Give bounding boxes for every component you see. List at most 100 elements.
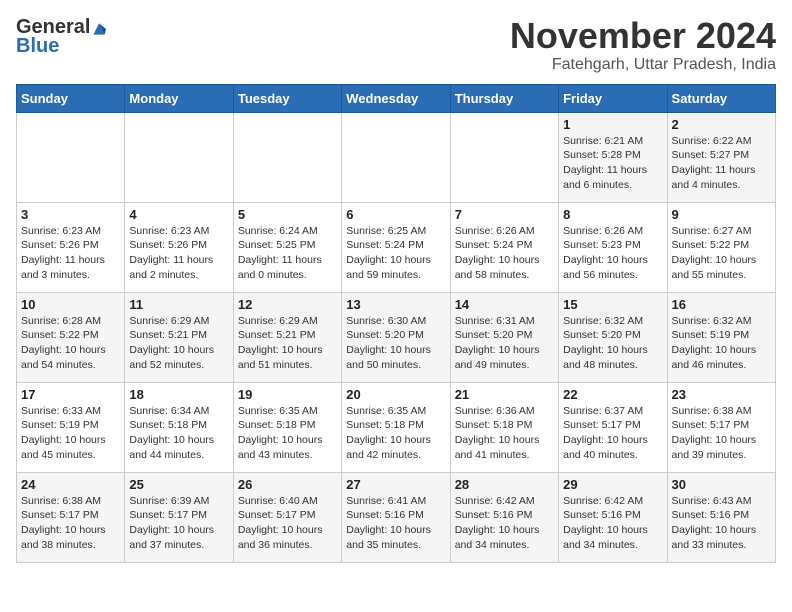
day-info: Sunrise: 6:23 AM Sunset: 5:26 PM Dayligh… (129, 224, 228, 283)
day-cell-19: 19 Sunrise: 6:35 AM Sunset: 5:18 PM Dayli… (233, 382, 341, 472)
day-number: 2 (672, 117, 771, 132)
day-info: Sunrise: 6:38 AM Sunset: 5:17 PM Dayligh… (21, 494, 120, 553)
day-number: 5 (238, 207, 337, 222)
day-info: Sunrise: 6:38 AM Sunset: 5:17 PM Dayligh… (672, 404, 771, 463)
day-cell-18: 18Sunrise: 6:34 AM Sunset: 5:18 PM Dayli… (125, 382, 233, 472)
day-cell-3: 3 Sunrise: 6:23 AM Sunset: 5:26 PM Daylig… (17, 202, 125, 292)
weekday-header-thursday: Thursday (450, 84, 558, 112)
day-info: Sunrise: 6:32 AM Sunset: 5:20 PM Dayligh… (563, 314, 662, 373)
day-number: 29 (563, 477, 662, 492)
day-cell-6: 6 Sunrise: 6:25 AM Sunset: 5:24 PM Daylig… (342, 202, 450, 292)
day-info: Sunrise: 6:43 AM Sunset: 5:16 PM Dayligh… (672, 494, 771, 553)
day-number: 14 (455, 297, 554, 312)
day-number: 22 (563, 387, 662, 402)
week-row-3: 10 Sunrise: 6:28 AM Sunset: 5:22 PM Dayli… (17, 292, 776, 382)
day-info: Sunrise: 6:26 AM Sunset: 5:24 PM Dayligh… (455, 224, 554, 283)
day-info: Sunrise: 6:21 AM Sunset: 5:28 PM Dayligh… (563, 134, 662, 193)
week-row-5: 24 Sunrise: 6:38 AM Sunset: 5:17 PM Dayli… (17, 472, 776, 562)
day-number: 19 (238, 387, 337, 402)
day-cell-9: 9Sunrise: 6:27 AM Sunset: 5:22 PM Daylig… (667, 202, 775, 292)
day-cell-11: 11Sunrise: 6:29 AM Sunset: 5:21 PM Dayli… (125, 292, 233, 382)
logo-blue: Blue (16, 35, 59, 58)
day-cell-26: 26Sunrise: 6:40 AM Sunset: 5:17 PM Dayli… (233, 472, 341, 562)
day-number: 21 (455, 387, 554, 402)
day-number: 15 (563, 297, 662, 312)
day-cell-2: 2Sunrise: 6:22 AM Sunset: 5:27 PM Daylig… (667, 112, 775, 202)
empty-cell (450, 112, 558, 202)
day-info: Sunrise: 6:29 AM Sunset: 5:21 PM Dayligh… (238, 314, 337, 373)
day-number: 24 (21, 477, 120, 492)
day-info: Sunrise: 6:35 AM Sunset: 5:18 PM Dayligh… (238, 404, 337, 463)
day-number: 1 (563, 117, 662, 132)
day-info: Sunrise: 6:32 AM Sunset: 5:19 PM Dayligh… (672, 314, 771, 373)
day-number: 12 (238, 297, 337, 312)
day-info: Sunrise: 6:31 AM Sunset: 5:20 PM Dayligh… (455, 314, 554, 373)
day-info: Sunrise: 6:37 AM Sunset: 5:17 PM Dayligh… (563, 404, 662, 463)
month-title: November 2024 (510, 16, 776, 56)
day-number: 8 (563, 207, 662, 222)
day-number: 30 (672, 477, 771, 492)
logo-icon (92, 22, 106, 36)
day-cell-15: 15 Sunrise: 6:32 AM Sunset: 5:20 PM Dayli… (559, 292, 667, 382)
day-cell-23: 23 Sunrise: 6:38 AM Sunset: 5:17 PM Dayli… (667, 382, 775, 472)
day-number: 23 (672, 387, 771, 402)
weekday-header-row: SundayMondayTuesdayWednesdayThursdayFrid… (17, 84, 776, 112)
week-row-2: 3 Sunrise: 6:23 AM Sunset: 5:26 PM Daylig… (17, 202, 776, 292)
day-cell-29: 29 Sunrise: 6:42 AM Sunset: 5:16 PM Dayli… (559, 472, 667, 562)
day-cell-4: 4 Sunrise: 6:23 AM Sunset: 5:26 PM Daylig… (125, 202, 233, 292)
week-row-1: 1 Sunrise: 6:21 AM Sunset: 5:28 PM Daylig… (17, 112, 776, 202)
day-cell-17: 17 Sunrise: 6:33 AM Sunset: 5:19 PM Dayli… (17, 382, 125, 472)
day-info: Sunrise: 6:27 AM Sunset: 5:22 PM Dayligh… (672, 224, 771, 283)
day-info: Sunrise: 6:29 AM Sunset: 5:21 PM Dayligh… (129, 314, 228, 373)
day-number: 17 (21, 387, 120, 402)
day-info: Sunrise: 6:41 AM Sunset: 5:16 PM Dayligh… (346, 494, 445, 553)
day-info: Sunrise: 6:33 AM Sunset: 5:19 PM Dayligh… (21, 404, 120, 463)
day-number: 10 (21, 297, 120, 312)
day-cell-20: 20 Sunrise: 6:35 AM Sunset: 5:18 PM Dayli… (342, 382, 450, 472)
day-info: Sunrise: 6:35 AM Sunset: 5:18 PM Dayligh… (346, 404, 445, 463)
day-number: 27 (346, 477, 445, 492)
weekday-header-tuesday: Tuesday (233, 84, 341, 112)
day-cell-1: 1 Sunrise: 6:21 AM Sunset: 5:28 PM Daylig… (559, 112, 667, 202)
day-cell-14: 14 Sunrise: 6:31 AM Sunset: 5:20 PM Dayli… (450, 292, 558, 382)
day-info: Sunrise: 6:30 AM Sunset: 5:20 PM Dayligh… (346, 314, 445, 373)
day-number: 16 (672, 297, 771, 312)
header: General Blue November 2024 Fatehgarh, Ut… (16, 16, 776, 74)
day-info: Sunrise: 6:23 AM Sunset: 5:26 PM Dayligh… (21, 224, 120, 283)
week-row-4: 17 Sunrise: 6:33 AM Sunset: 5:19 PM Dayli… (17, 382, 776, 472)
day-cell-25: 25 Sunrise: 6:39 AM Sunset: 5:17 PM Dayli… (125, 472, 233, 562)
day-cell-21: 21 Sunrise: 6:36 AM Sunset: 5:18 PM Dayli… (450, 382, 558, 472)
day-info: Sunrise: 6:28 AM Sunset: 5:22 PM Dayligh… (21, 314, 120, 373)
day-info: Sunrise: 6:39 AM Sunset: 5:17 PM Dayligh… (129, 494, 228, 553)
day-info: Sunrise: 6:40 AM Sunset: 5:17 PM Dayligh… (238, 494, 337, 553)
weekday-header-monday: Monday (125, 84, 233, 112)
day-cell-10: 10 Sunrise: 6:28 AM Sunset: 5:22 PM Dayli… (17, 292, 125, 382)
day-cell-12: 12 Sunrise: 6:29 AM Sunset: 5:21 PM Dayli… (233, 292, 341, 382)
weekday-header-wednesday: Wednesday (342, 84, 450, 112)
empty-cell (17, 112, 125, 202)
title-area: November 2024 Fatehgarh, Uttar Pradesh, … (510, 16, 776, 74)
day-number: 3 (21, 207, 120, 222)
empty-cell (233, 112, 341, 202)
day-cell-13: 13 Sunrise: 6:30 AM Sunset: 5:20 PM Dayli… (342, 292, 450, 382)
day-number: 28 (455, 477, 554, 492)
empty-cell (125, 112, 233, 202)
weekday-header-friday: Friday (559, 84, 667, 112)
day-number: 13 (346, 297, 445, 312)
day-info: Sunrise: 6:42 AM Sunset: 5:16 PM Dayligh… (563, 494, 662, 553)
day-info: Sunrise: 6:25 AM Sunset: 5:24 PM Dayligh… (346, 224, 445, 283)
day-number: 18 (129, 387, 228, 402)
day-cell-16: 16 Sunrise: 6:32 AM Sunset: 5:19 PM Dayli… (667, 292, 775, 382)
day-number: 6 (346, 207, 445, 222)
day-cell-7: 7 Sunrise: 6:26 AM Sunset: 5:24 PM Daylig… (450, 202, 558, 292)
weekday-header-sunday: Sunday (17, 84, 125, 112)
day-cell-24: 24 Sunrise: 6:38 AM Sunset: 5:17 PM Dayli… (17, 472, 125, 562)
day-info: Sunrise: 6:36 AM Sunset: 5:18 PM Dayligh… (455, 404, 554, 463)
day-number: 20 (346, 387, 445, 402)
day-number: 4 (129, 207, 228, 222)
day-info: Sunrise: 6:24 AM Sunset: 5:25 PM Dayligh… (238, 224, 337, 283)
day-info: Sunrise: 6:26 AM Sunset: 5:23 PM Dayligh… (563, 224, 662, 283)
location-title: Fatehgarh, Uttar Pradesh, India (510, 56, 776, 74)
day-number: 25 (129, 477, 228, 492)
day-number: 7 (455, 207, 554, 222)
